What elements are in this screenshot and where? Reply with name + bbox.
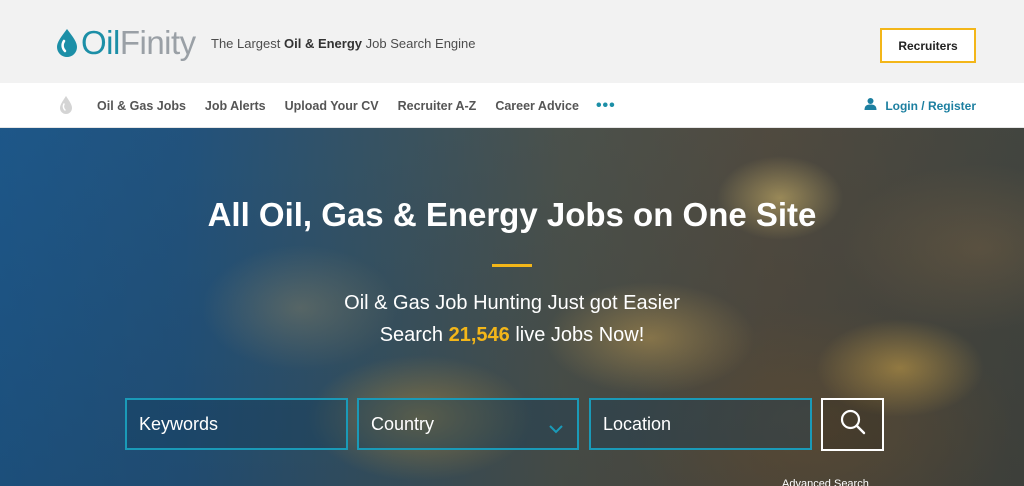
logo-wordmark-finity: Finity [119, 23, 196, 61]
search-post-text: live Jobs Now! [509, 324, 645, 346]
keywords-input[interactable]: Keywords [125, 398, 348, 450]
live-job-count: 21,546 [448, 324, 510, 346]
nav-items: Oil & Gas Jobs Job Alerts Upload Your CV… [97, 83, 616, 128]
advanced-search-link[interactable]: Advanced Search [782, 478, 869, 486]
nav-item-upload-cv[interactable]: Upload Your CV [285, 99, 379, 113]
hero-headline: All Oil, Gas & Energy Jobs on One Site [207, 196, 817, 233]
search-button[interactable] [821, 398, 884, 451]
user-icon [864, 97, 877, 115]
recruiters-button[interactable]: Recruiters [880, 28, 976, 63]
water-drop-icon [54, 27, 80, 57]
nav-item-oil-gas-jobs[interactable]: Oil & Gas Jobs [97, 99, 186, 113]
login-register-link[interactable]: Login / Register [864, 83, 976, 128]
search-icon [839, 408, 867, 441]
hero-job-count-line: Search 21,546 live Jobs Now! [0, 324, 1024, 347]
keywords-placeholder: Keywords [139, 413, 219, 434]
logo-wordmark-oil: Oil [81, 23, 120, 61]
tagline-pre: The Largest [211, 36, 284, 51]
login-register-label: Login / Register [885, 98, 976, 113]
location-input[interactable]: Location [589, 398, 812, 450]
main-nav: Oil & Gas Jobs Job Alerts Upload Your CV… [0, 83, 1024, 128]
site-tagline: The Largest Oil & Energy Job Search Engi… [211, 36, 476, 51]
chevron-down-icon [549, 418, 563, 434]
site-logo[interactable]: OilFinity [54, 20, 196, 64]
country-value: Country [371, 413, 435, 434]
tagline-bold: Oil & Energy [284, 36, 363, 51]
hero-subline: Oil & Gas Job Hunting Just got Easier [344, 292, 680, 314]
tagline-post: Job Search Engine [362, 36, 476, 51]
hero-banner: All Oil, Gas & Energy Jobs on One Site O… [0, 128, 1024, 486]
nav-item-job-alerts[interactable]: Job Alerts [205, 99, 266, 113]
search-pre-text: Search [379, 324, 449, 346]
more-menu-icon[interactable]: ••• [596, 97, 616, 115]
water-drop-icon[interactable] [58, 95, 74, 115]
nav-item-career-advice[interactable]: Career Advice [495, 99, 579, 113]
headline-divider [492, 264, 532, 267]
nav-item-recruiter-a-z[interactable]: Recruiter A-Z [398, 99, 477, 113]
country-select[interactable]: Country [357, 398, 579, 450]
location-placeholder: Location [603, 413, 672, 434]
top-header: OilFinity The Largest Oil & Energy Job S… [0, 0, 1024, 83]
logo-wordmark: OilFinity [81, 26, 196, 59]
